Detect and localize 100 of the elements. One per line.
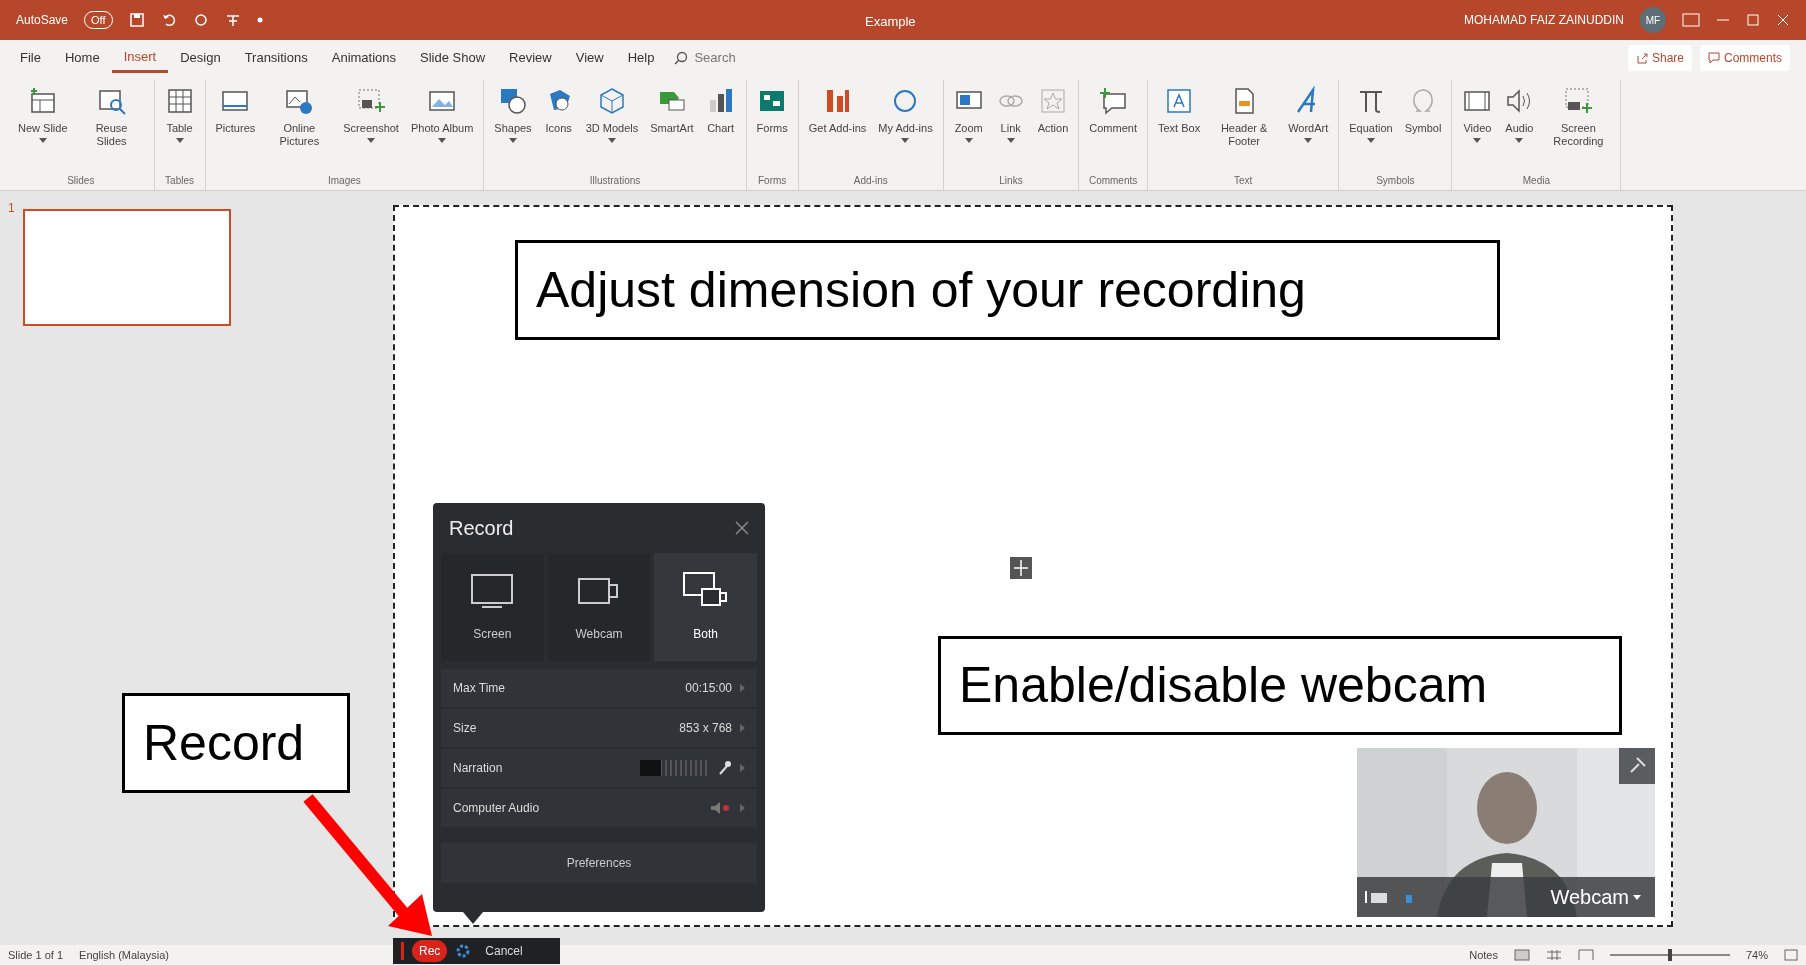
normal-view-icon [1513,949,1530,961]
save-icon [128,12,145,28]
ribbon-button[interactable]: Get Add-ins [804,84,871,137]
user-name: MOHAMAD FAIZ ZAINUDDIN [1464,12,1624,29]
slide-sorter-icon [1545,949,1562,961]
ribbon-button[interactable]: Forms [752,84,792,137]
share-button[interactable]: Share [1627,45,1692,71]
webcam-dropdown[interactable]: Webcam [1544,881,1647,913]
ribbon-button[interactable]: Zoom [949,84,988,145]
callout-label: Record [122,693,350,793]
redo-icon [192,12,209,28]
ribbon-button[interactable]: Action [1033,84,1073,137]
chevron-icon [740,724,745,732]
callout-label: Adjust dimension of your recording [515,240,1500,340]
cancel-button[interactable]: Cancel [479,941,529,961]
undo-icon [160,12,177,28]
menu-tab[interactable]: Help [615,44,667,72]
record-button[interactable]: Rec [412,940,448,962]
chevron-icon [740,764,745,772]
ribbon-button[interactable]: Chart [701,84,740,137]
ribbon-button[interactable]: Equation [1345,84,1397,145]
group-label: Illustrations [588,174,642,188]
ribbon-button[interactable]: Table [160,84,199,145]
mode-button[interactable]: Screen [441,553,544,661]
presentation-icon [224,12,241,28]
preferences-button[interactable]: Preferences [441,843,757,883]
ribbon-button[interactable]: Text Box [1153,84,1205,137]
microphone-icon [718,760,732,776]
ribbon-button[interactable]: Shapes [490,84,536,145]
callout-label: Enable/disable webcam [938,636,1622,735]
setting-row[interactable]: Computer Audio [441,789,757,827]
maximize-icon [1746,13,1760,27]
settings-icon[interactable] [455,943,472,959]
setting-value: 00:15:00 [685,680,732,697]
setting-row[interactable]: Narration [441,749,757,787]
ribbon-button[interactable]: Symbol [1400,84,1446,137]
group-label: Forms [757,174,788,188]
group-label: Symbols [1375,174,1416,188]
ribbon-button[interactable]: Screen Recording [1542,84,1615,150]
menu-tab[interactable]: Review [497,44,564,72]
menu-tab[interactable]: Animations [319,44,409,72]
ribbon-button[interactable]: WordArt [1284,84,1333,145]
chevron-icon [740,804,745,812]
ribbon-button[interactable]: Online Pictures [263,84,336,150]
group-label: Comments [1087,174,1139,188]
group-label: Media [1521,174,1552,188]
ribbon-button[interactable]: Pictures [211,84,260,137]
language-status[interactable]: English (Malaysia) [79,946,169,964]
mode-button[interactable]: Both [654,553,757,661]
ribbon-button[interactable]: My Add-ins [874,84,937,145]
grip-icon [401,942,404,960]
close-icon[interactable] [735,521,749,535]
setting-row[interactable]: Max Time 00:15:00 [441,669,757,707]
notes-button[interactable]: Notes [1469,946,1498,964]
ribbon-button[interactable]: Photo Album [406,84,478,145]
ribbon-button[interactable]: Comment [1085,84,1141,137]
ribbon-button[interactable]: Reuse Slides [75,84,148,150]
comment-icon [1708,52,1720,64]
setting-row[interactable]: Size 853 x 768 [441,709,757,747]
autosave-label: AutoSave [16,12,69,29]
slide-thumbnail[interactable] [22,209,231,326]
ribbon-button[interactable]: Audio [1500,84,1539,145]
ribbon-button[interactable]: Screenshot [339,84,403,145]
ribbon-button[interactable]: SmartArt [646,84,698,137]
group-label: Images [327,174,362,188]
menu-tab[interactable]: Transitions [232,44,320,72]
ribbon-button[interactable]: Video [1458,84,1497,145]
group-label: Links [998,174,1024,188]
group-label: Text [1232,174,1254,188]
mode-button[interactable]: Webcam [547,553,651,661]
caret-icon [1633,894,1641,900]
window-title: Example [865,13,916,31]
close-icon [1776,13,1790,27]
comments-button[interactable]: Comments [1700,45,1790,71]
setting-value: 853 x 768 [679,720,732,737]
menu-tab[interactable]: View [563,44,616,72]
move-handle-icon [1010,557,1032,579]
pin-icon[interactable] [1619,748,1655,784]
menu-tab[interactable]: Insert [111,42,169,74]
ribbon-button[interactable]: Header & Footer [1208,84,1281,150]
group-label: Add-ins [852,174,889,188]
slide-number: 1 [8,200,15,217]
reading-view-icon [1577,949,1594,961]
zoom-level[interactable]: 74% [1745,946,1768,964]
menu-tab[interactable]: Home [52,44,112,72]
ribbon-button[interactable]: New Slide [14,84,72,145]
share-icon [1635,52,1648,64]
menu-tab[interactable]: File [8,44,53,72]
user-avatar[interactable]: MF [1640,7,1666,33]
slide-info: Slide 1 of 1 [8,947,64,963]
search-field[interactable]: Search [692,47,793,69]
ribbon-button[interactable]: Icons [539,84,578,137]
search-icon [674,51,689,65]
group-label: Slides [66,174,96,188]
menu-tab[interactable]: Design [168,44,233,72]
screen-recording-icon [1563,86,1594,116]
customize-icon [256,17,263,23]
ribbon-button[interactable]: Link [991,84,1030,145]
menu-tab[interactable]: Slide Show [408,44,498,72]
ribbon-button[interactable]: 3D Models [581,84,643,145]
